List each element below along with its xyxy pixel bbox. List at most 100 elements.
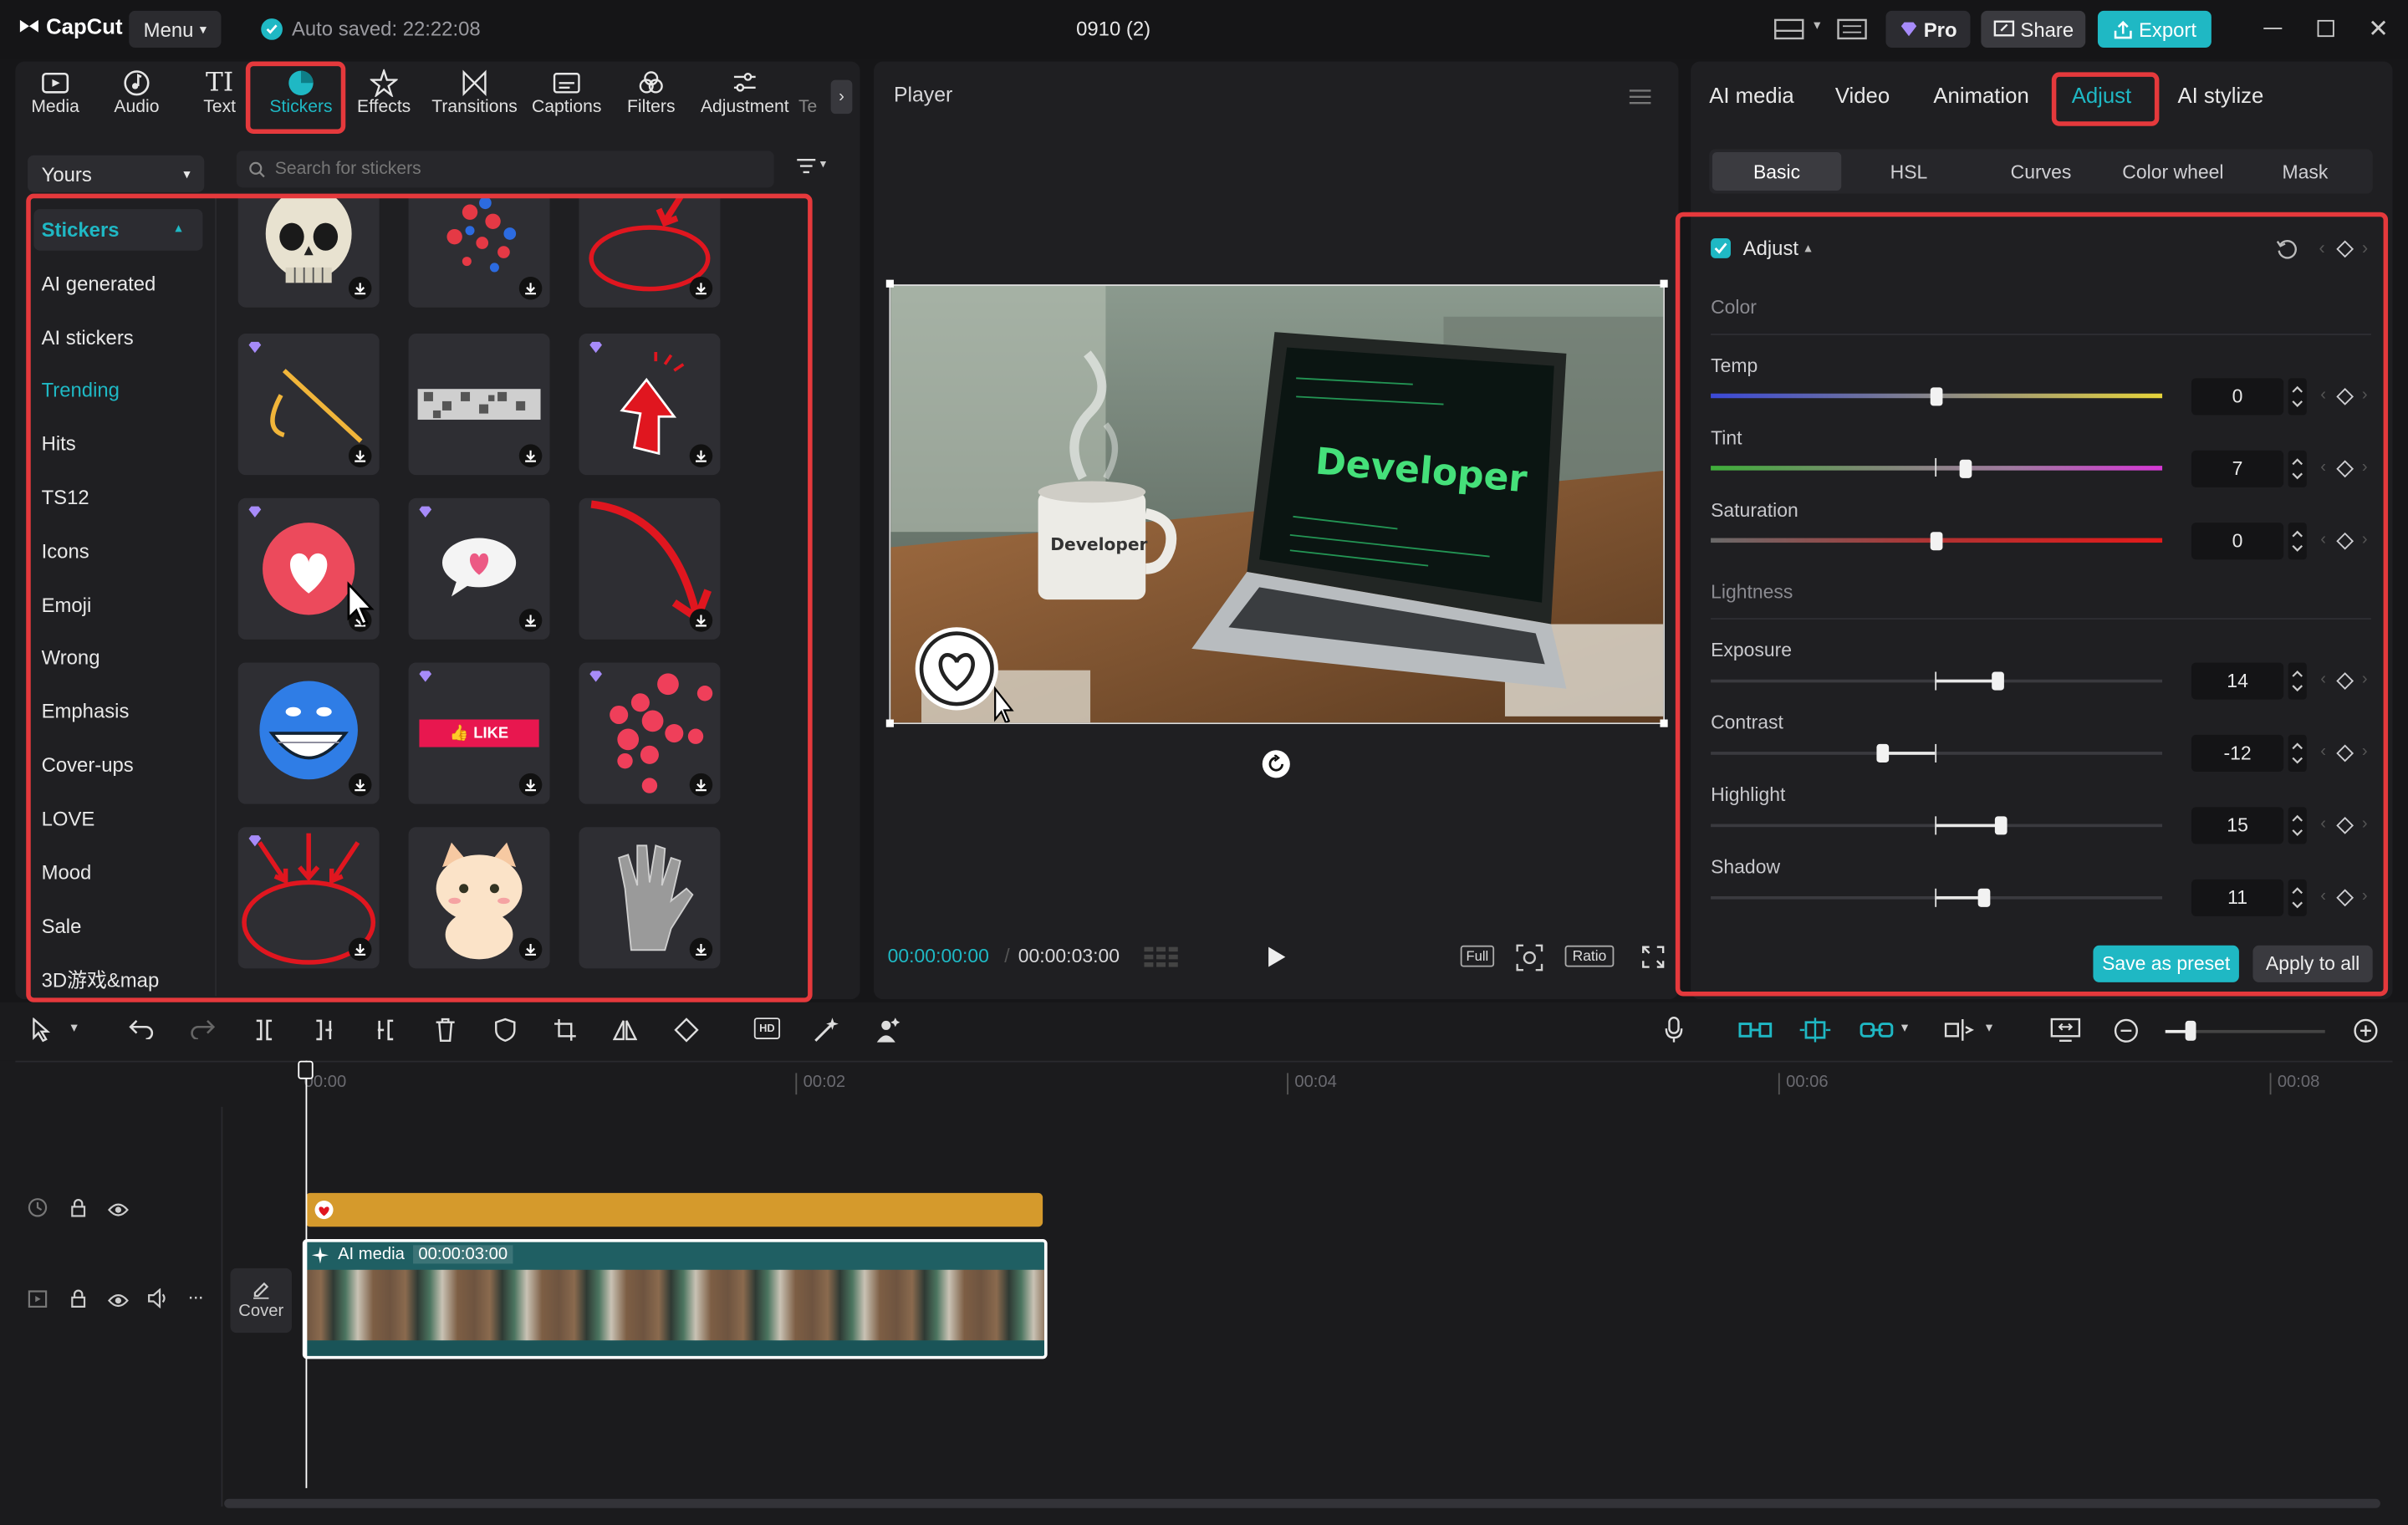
tool-filters[interactable]: Filters [608, 68, 694, 130]
magnet-link-icon[interactable] [1738, 1018, 1773, 1050]
play-button[interactable] [1267, 946, 1287, 977]
mirror-icon[interactable] [612, 1018, 638, 1050]
saturation-stepper[interactable] [2288, 523, 2307, 560]
prev-keyframe-icon[interactable]: ‹ [2320, 671, 2326, 689]
hamburger-menu-icon[interactable] [1629, 86, 1651, 114]
tool-adjustment[interactable]: Adjustment [699, 68, 791, 130]
timeline-scrollbar[interactable] [224, 1498, 2380, 1508]
resize-handle[interactable] [885, 279, 894, 288]
highlight-value-input[interactable]: 15 [2191, 807, 2284, 844]
eye-icon[interactable] [107, 1290, 130, 1318]
prev-keyframe-icon[interactable]: ‹ [2320, 458, 2326, 477]
save-as-preset-button[interactable]: Save as preset [2093, 945, 2239, 982]
next-keyframe-icon[interactable]: › [2362, 530, 2368, 548]
shadow-value-input[interactable]: 11 [2191, 879, 2284, 916]
sticker-filter-button[interactable]: ▾ [795, 157, 826, 176]
share-button[interactable]: Share [1981, 10, 2086, 48]
resize-handle[interactable] [885, 719, 894, 727]
contrast-stepper[interactable] [2288, 734, 2307, 773]
next-keyframe-icon[interactable]: › [2362, 386, 2368, 405]
temp-stepper[interactable] [2288, 378, 2307, 416]
delete-icon[interactable] [435, 1018, 457, 1050]
exposure-stepper[interactable] [2288, 662, 2307, 700]
export-button[interactable]: Export [2097, 10, 2212, 48]
apply-to-all-button[interactable]: Apply to all [2252, 945, 2373, 982]
adjust-enable-checkbox[interactable] [1711, 237, 1731, 258]
zoom-in-icon[interactable] [2353, 1018, 2379, 1051]
lock-icon[interactable] [69, 1197, 88, 1225]
ratio-button[interactable]: Ratio [1564, 945, 1615, 967]
timeline-view-icon[interactable] [1144, 944, 1181, 977]
chevron-down-icon[interactable]: ▾ [1986, 1019, 1992, 1036]
tint-slider-handle[interactable] [1959, 459, 1972, 478]
time-ruler[interactable]: 00:00 00:02 00:04 00:06 00:08 [222, 1073, 2388, 1098]
project-title[interactable]: 0910 (2) [1044, 17, 1182, 40]
subtab-basic[interactable]: Basic [1712, 152, 1842, 191]
tool-template[interactable]: Te [789, 68, 826, 130]
zoom-slider-handle[interactable] [2185, 1020, 2196, 1041]
highlight-slider-handle[interactable] [1994, 816, 2008, 835]
maximize-icon[interactable] [2317, 19, 2334, 38]
contrast-slider-handle[interactable] [1876, 743, 1890, 762]
fullscreen-icon[interactable] [1641, 946, 1665, 977]
select-tool-icon[interactable] [31, 1017, 53, 1050]
sticker-search-input[interactable]: Search for stickers [236, 150, 774, 188]
chevron-down-icon[interactable]: ▾ [70, 1019, 77, 1036]
volume-icon[interactable] [147, 1288, 169, 1316]
video-clip[interactable]: AI media 00:00:03:00 [302, 1238, 1048, 1359]
chevron-down-icon[interactable]: ▾ [1814, 17, 1820, 33]
tool-audio[interactable]: Audio [94, 68, 180, 130]
prev-keyframe-icon[interactable]: ‹ [2320, 742, 2326, 761]
resize-handle[interactable] [1660, 279, 1668, 288]
tool-transitions[interactable]: Transitions [431, 68, 518, 130]
close-icon[interactable]: ✕ [2368, 14, 2389, 45]
tint-stepper[interactable] [2288, 450, 2307, 487]
lock-icon[interactable] [69, 1288, 88, 1316]
next-keyframe-icon[interactable]: › [2362, 742, 2368, 761]
link-clips-icon[interactable] [1860, 1018, 1894, 1050]
prev-keyframe-icon[interactable]: ‹ [2320, 887, 2326, 905]
toolbar-scroll-right[interactable]: › [830, 79, 853, 115]
hd-icon[interactable]: HD [753, 1018, 781, 1039]
tab-animation[interactable]: Animation [1933, 83, 2028, 107]
exposure-value-input[interactable]: 14 [2191, 662, 2284, 700]
tint-value-input[interactable]: 7 [2191, 450, 2284, 487]
microphone-icon[interactable] [1665, 1016, 1683, 1051]
next-keyframe-icon[interactable]: › [2362, 815, 2368, 834]
sticker-source-select[interactable]: Yours ▾ [28, 155, 205, 192]
split-left-icon[interactable] [312, 1018, 336, 1050]
contrast-value-input[interactable]: -12 [2191, 734, 2284, 773]
layout-icon[interactable] [1773, 18, 1804, 40]
subtab-hsl[interactable]: HSL [1843, 150, 1975, 193]
adjust-section-title[interactable]: Adjust ▴ [1743, 237, 1812, 260]
rotate-icon[interactable] [1262, 750, 1290, 778]
subtab-mask[interactable]: Mask [2239, 150, 2371, 193]
eye-icon[interactable] [107, 1199, 130, 1227]
minimize-icon[interactable] [2263, 28, 2283, 30]
prev-keyframe-icon[interactable]: ‹ [2320, 530, 2326, 548]
next-keyframe-icon[interactable]: › [2362, 237, 2368, 258]
prev-keyframe-icon[interactable]: ‹ [2319, 237, 2324, 258]
tool-captions[interactable]: Captions [523, 68, 610, 130]
next-keyframe-icon[interactable]: › [2362, 887, 2368, 905]
subtab-color-wheel[interactable]: Color wheel [2107, 150, 2239, 193]
more-options-icon[interactable]: ··· [187, 1285, 204, 1308]
zoom-fit-icon[interactable] [1516, 944, 1543, 979]
person-effect-icon[interactable] [874, 1016, 901, 1051]
shadow-slider-handle[interactable] [1977, 888, 1991, 907]
video-preview-frame[interactable]: Developer Developer [889, 284, 1665, 725]
highlight-stepper[interactable] [2288, 807, 2307, 844]
next-keyframe-icon[interactable]: › [2362, 458, 2368, 477]
auto-snap-icon[interactable] [1799, 1018, 1831, 1050]
magic-wand-icon[interactable] [813, 1016, 840, 1051]
tool-media[interactable]: Media [13, 68, 99, 130]
playhead[interactable] [305, 1060, 308, 1488]
tab-video[interactable]: Video [1835, 83, 1890, 107]
tool-effects[interactable]: Effects [341, 68, 427, 130]
full-quality-button[interactable]: Full [1460, 945, 1495, 967]
tab-ai-media[interactable]: AI media [1709, 83, 1793, 107]
redo-icon[interactable] [191, 1018, 216, 1047]
temp-slider-handle[interactable] [1930, 387, 1943, 406]
prev-keyframe-icon[interactable]: ‹ [2320, 386, 2326, 405]
next-keyframe-icon[interactable]: › [2362, 671, 2368, 689]
